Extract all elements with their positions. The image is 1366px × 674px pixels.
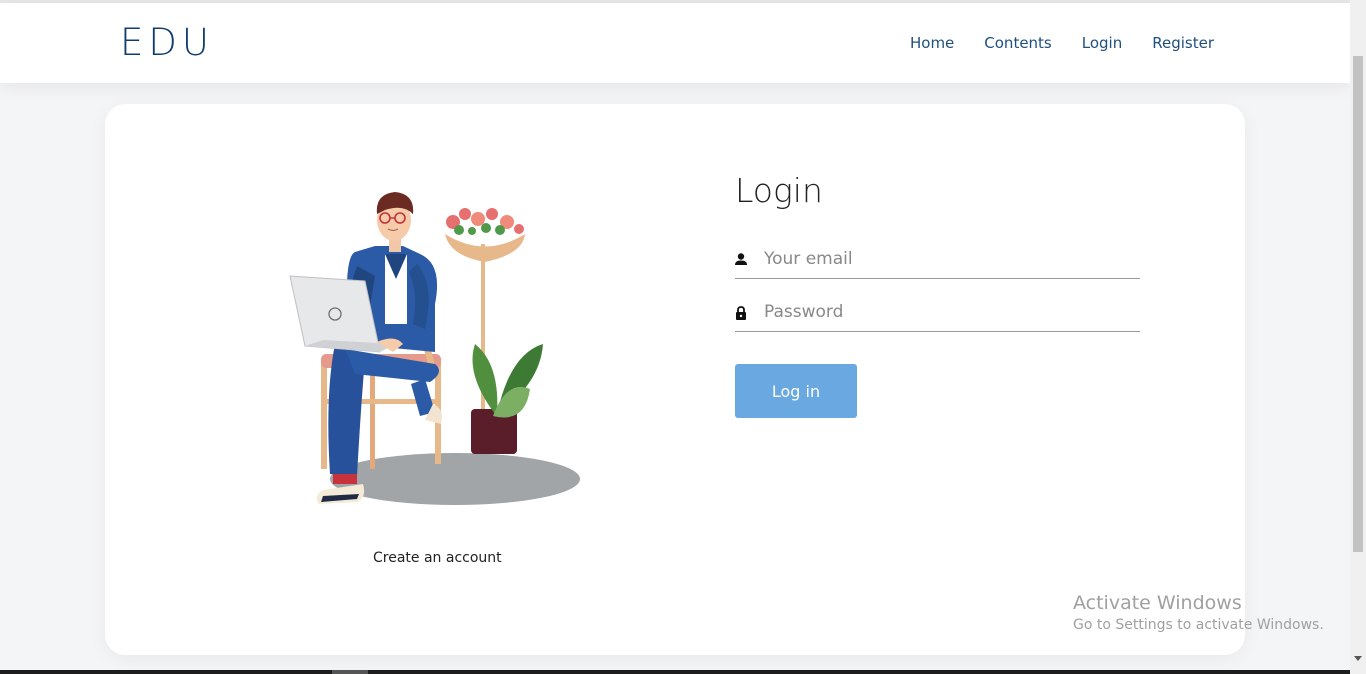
- scroll-down-arrow-icon[interactable]: [1354, 656, 1362, 661]
- password-field: [735, 292, 1140, 332]
- email-field: [735, 239, 1140, 279]
- watermark-title: Activate Windows: [1073, 592, 1242, 614]
- windows-activation-watermark: Activate Windows Go to Settings to activ…: [1073, 592, 1324, 633]
- login-button[interactable]: Log in: [735, 364, 857, 418]
- navbar: EDU Home Contents Login Register: [0, 3, 1350, 83]
- create-account-link[interactable]: Create an account: [373, 550, 502, 566]
- taskbar-edge: [0, 670, 1350, 674]
- nav-home-link[interactable]: Home: [910, 34, 954, 52]
- taskbar-item[interactable]: [332, 670, 368, 674]
- nav-register-link[interactable]: Register: [1152, 34, 1214, 52]
- email-input[interactable]: [764, 245, 1134, 273]
- nav-login-link[interactable]: Login: [1082, 34, 1122, 52]
- user-icon: [735, 253, 747, 265]
- vertical-scrollbar[interactable]: [1350, 0, 1366, 674]
- lock-icon: [736, 306, 746, 320]
- brand-logo[interactable]: EDU: [120, 21, 214, 64]
- password-input[interactable]: [764, 298, 1134, 326]
- person-with-laptop-illustration: [289, 192, 580, 505]
- login-title: Login: [735, 171, 823, 210]
- main-nav: Home Contents Login Register: [910, 34, 1214, 52]
- watermark-subtitle: Go to Settings to activate Windows.: [1073, 617, 1324, 633]
- login-card: Create an account Login Log in: [105, 104, 1245, 655]
- nav-contents-link[interactable]: Contents: [984, 34, 1051, 52]
- scrollbar-thumb[interactable]: [1353, 56, 1363, 552]
